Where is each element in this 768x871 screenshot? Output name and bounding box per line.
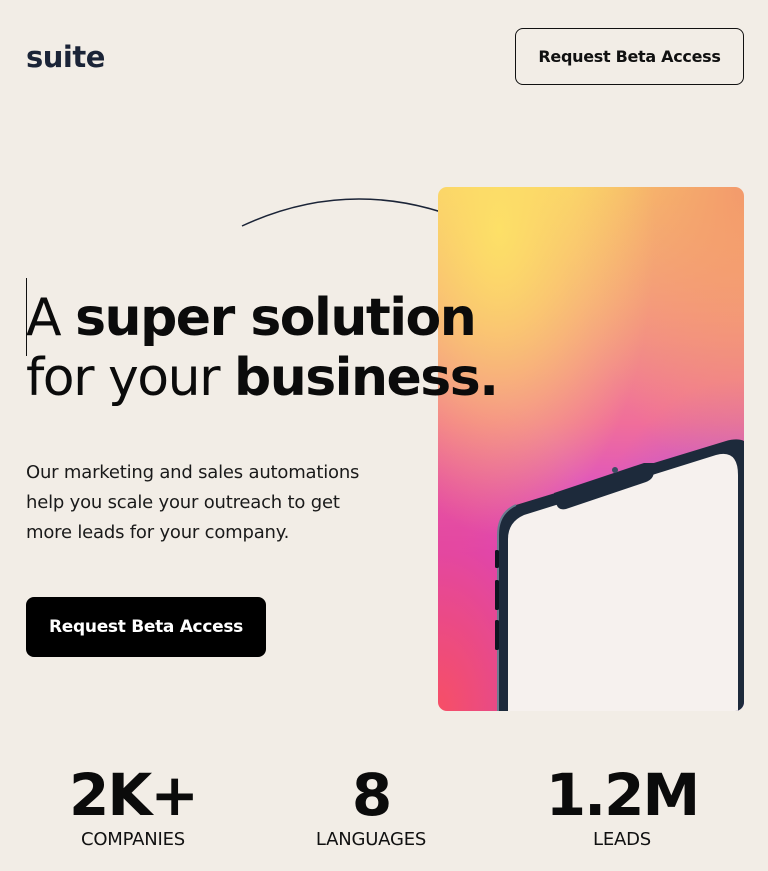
stat-value: 8 [351,761,392,829]
stat-value: 2K+ [69,761,199,829]
hero-request-beta-button[interactable]: Request Beta Access [26,597,266,657]
headline-line2-light: for your [26,348,234,408]
stat-leads: 1.2M LEADS [522,760,722,850]
stat-companies: 2K+ COMPANIES [33,760,233,850]
stat-languages: 8 LANGUAGES [271,760,471,850]
hero-subtext: Our marketing and sales automations help… [26,462,360,543]
headline-line1-bold: super solution [75,288,477,348]
stats-section: 2K+ COMPANIES 8 LANGUAGES 1.2M LEADS [0,760,768,860]
hero-headline: A super solution for your business. [26,288,499,408]
headline-line1-light: A [26,288,76,348]
hero-image-card [438,187,744,711]
logo[interactable]: suite [26,39,105,75]
headline-line2-bold: business. [233,348,499,408]
stat-label: LEADS [592,829,651,850]
phone-chart-illustration [495,439,744,711]
header-request-beta-button[interactable]: Request Beta Access [515,28,744,85]
stat-label: LANGUAGES [315,829,427,850]
stat-label: COMPANIES [80,829,186,850]
stat-value: 1.2M [545,761,700,829]
